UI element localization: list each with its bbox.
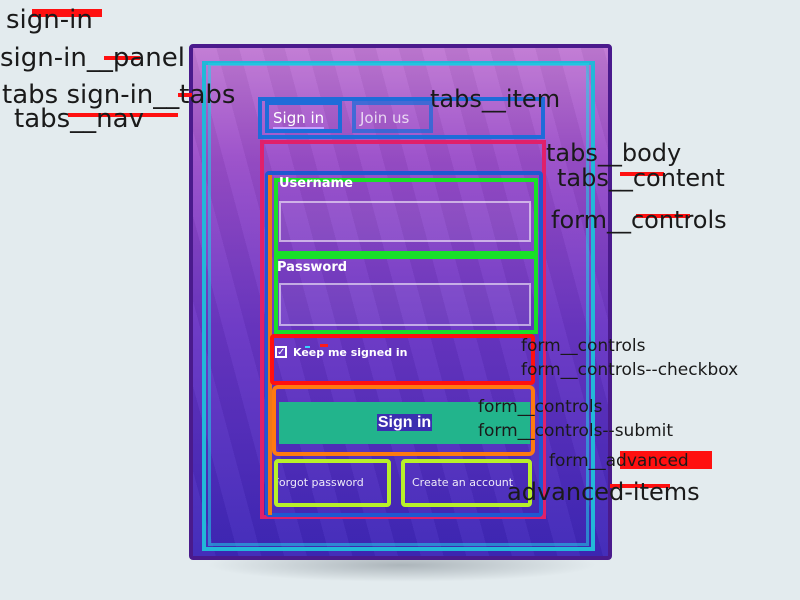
forgot-password-link[interactable]: Forgot password: [274, 459, 391, 507]
annotation-tabs-nav: tabs__nav: [14, 104, 144, 134]
annotation-sign-in: sign-in: [6, 5, 93, 35]
annotation-form-controls-checkbox-1: form__controls: [521, 336, 646, 356]
username-label: Username: [279, 176, 353, 191]
annotation-form-controls: form__controls: [551, 206, 727, 234]
username-input[interactable]: [279, 201, 531, 242]
annotation-tabs-content: tabs__content: [557, 164, 725, 192]
annotation-form-controls-checkbox-2: form__controls--checkbox: [521, 360, 739, 380]
annotation-tabs-item: tabs__item: [430, 85, 561, 113]
annotation-tabs-body: tabs__body: [546, 139, 682, 167]
annotation-sign-in-panel: sign-in__panel: [0, 43, 185, 73]
tab-join-us[interactable]: Join us: [352, 101, 433, 133]
keep-signed-in-label[interactable]: Keep me signed in: [293, 346, 408, 359]
annotation-advanced-items: advanced-items: [507, 478, 700, 506]
annotation-form-controls-submit-1: form__controls: [478, 397, 603, 417]
annotation-mark: [305, 346, 310, 348]
password-label: Password: [277, 260, 348, 275]
form-controls-checkbox: [270, 334, 535, 385]
annotation-mark: [320, 344, 328, 347]
tab-sign-in[interactable]: Sign in: [265, 101, 342, 133]
password-input[interactable]: [279, 283, 531, 326]
annotation-form-controls-submit-2: form__controls--submit: [478, 421, 674, 441]
keep-signed-in-checkbox[interactable]: ✓: [275, 346, 287, 358]
annotation-form-advanced: form__advanced: [549, 451, 689, 471]
